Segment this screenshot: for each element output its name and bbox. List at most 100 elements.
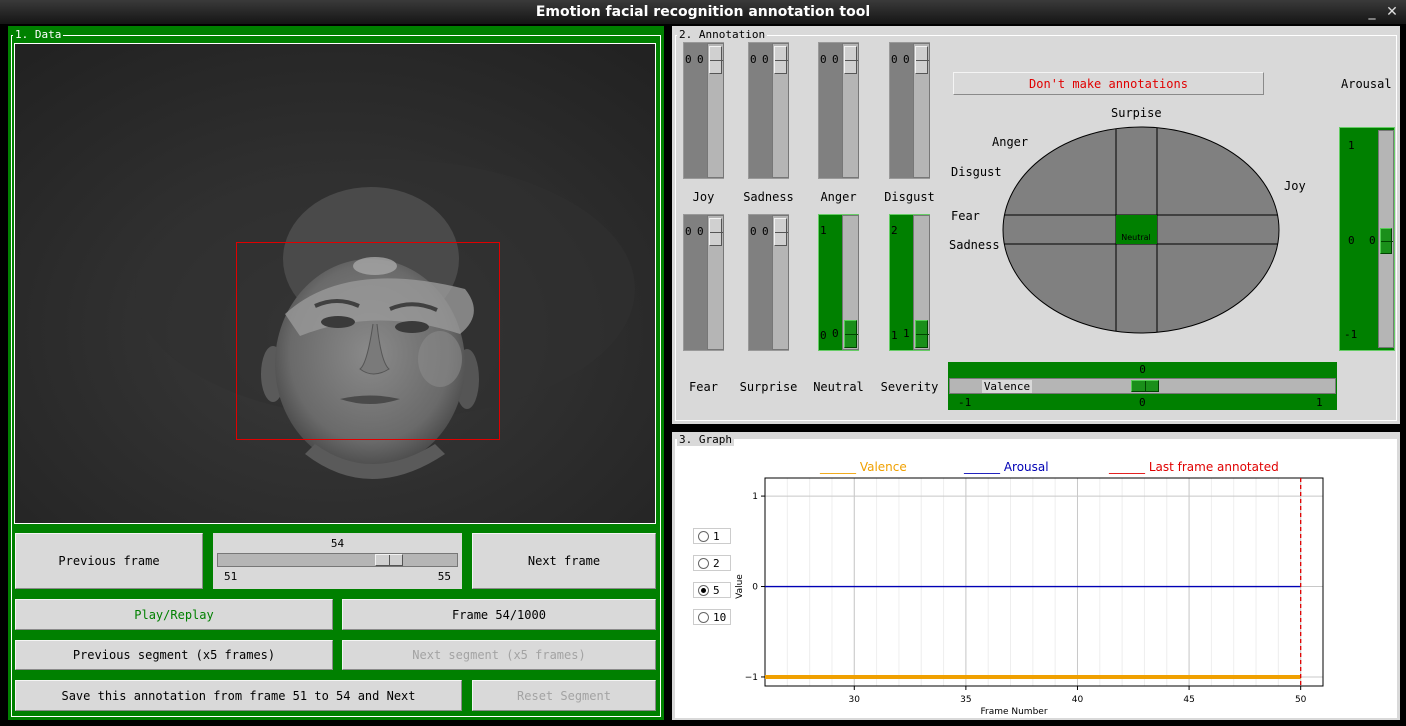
slider-thumb-value: 1 [903,327,910,340]
legend-entry-2: ______ Last frame annotated [1108,460,1279,474]
wheel-neutral-label: Neutral [1121,233,1151,242]
slider-thumb[interactable] [915,320,929,348]
valence-thumb[interactable] [1131,380,1159,392]
slider-trough[interactable] [842,215,859,350]
slider-thumb-value: 0 [832,327,839,340]
frame-slider-value: 54 [330,537,345,550]
close-icon[interactable]: ✕ [1384,4,1400,20]
zoom-radio-5[interactable]: 5 [693,582,731,598]
slider-top-value: 0 [750,225,757,238]
x-tick-label: 40 [1072,695,1084,705]
emotion-slider-surprise[interactable]: 0 0 [748,214,789,351]
radio-circle-icon[interactable] [698,558,709,569]
arousal-value-right: 0 [1369,234,1376,247]
slider-trough[interactable] [913,43,930,178]
slider-current-value: 0 [820,329,827,342]
slider-thumb-value: 0 [697,53,704,66]
slider-trough[interactable] [913,215,930,350]
reset-segment-button[interactable]: Reset Segment [472,680,656,711]
slider-trough[interactable] [707,215,724,350]
graph-panel-legend: 3. Graph [677,433,734,446]
slider-thumb[interactable] [844,46,858,74]
emotion-slider-severity[interactable]: 2 1 1 [889,214,930,351]
arousal-slider[interactable]: 1 0 0 -1 [1339,127,1395,351]
frame-slider-thumb[interactable] [375,554,404,566]
slider-thumb[interactable] [709,218,723,246]
valence-value: 0 [1139,363,1146,376]
slider-thumb-value: 0 [762,53,769,66]
wheel-label-sadness: Sadness [949,238,1000,252]
radio-circle-icon[interactable] [698,612,709,623]
zoom-radio-10[interactable]: 10 [693,609,731,625]
arousal-min: -1 [1344,328,1358,341]
frame-slider-min: 51 [224,570,238,583]
play-replay-button[interactable]: Play/Replay [15,599,333,630]
wheel-label-joy: Joy [1284,179,1306,193]
emotion-label-surprise: Surprise [739,380,798,394]
zoom-radio-1[interactable]: 1 [693,528,731,544]
x-tick-label: 35 [960,695,971,705]
slider-top-value: 2 [891,224,898,237]
emotion-slider-sadness[interactable]: 0 0 [748,42,789,179]
slider-current-value: 1 [891,329,898,342]
x-axis-label: Frame Number [980,707,1047,715]
next-frame-button[interactable]: Next frame [472,533,656,589]
emotion-label-anger: Anger [820,190,857,204]
zoom-radio-label: 5 [713,584,720,597]
emotion-slider-neutral[interactable]: 1 0 0 [818,214,859,351]
zoom-radio-label: 10 [713,611,727,624]
arousal-thumb[interactable] [1380,228,1393,254]
x-tick-label: 30 [849,695,861,705]
radio-circle-icon[interactable] [698,585,709,596]
emotion-slider-disgust[interactable]: 0 0 [889,42,930,179]
arousal-label: Arousal [1341,77,1392,91]
emotion-slider-joy[interactable]: 0 0 [683,42,724,179]
slider-thumb[interactable] [709,46,723,74]
legend-entry-1: ______ Arousal [963,460,1049,474]
next-segment-button[interactable]: Next segment (x5 frames) [342,640,656,670]
y-axis-label: Value [735,574,745,599]
x-tick-label: 45 [1183,695,1194,705]
save-annotation-button[interactable]: Save this annotation from frame 51 to 54… [15,680,462,711]
minimize-icon[interactable]: _ [1364,4,1380,20]
dont-annotate-button[interactable]: Don't make annotations [953,72,1264,95]
window-title: Emotion facial recognition annotation to… [535,4,871,20]
slider-thumb[interactable] [774,46,788,74]
slider-thumb[interactable] [774,218,788,246]
slider-thumb[interactable] [915,46,929,74]
emotion-label-disgust: Disgust [884,190,935,204]
emotion-label-sadness: Sadness [743,190,794,204]
slider-thumb[interactable] [844,320,858,348]
slider-trough[interactable] [842,43,859,178]
slider-trough[interactable] [772,215,789,350]
slider-top-value: 0 [750,53,757,66]
plot-frame [764,477,1324,687]
wheel-label-anger: Anger [992,135,1029,149]
zoom-radio-2[interactable]: 2 [693,555,731,571]
valence-max: 1 [1316,396,1323,409]
valence-slider[interactable]: 0 Valence -1 0 1 [948,362,1337,410]
previous-segment-button[interactable]: Previous segment (x5 frames) [15,640,333,670]
wheel-label-fear: Fear [951,209,980,223]
graph-chart: 30 35 40 45 50 −1 0 1 Frame Number Value ______ Va… [735,460,1324,715]
frame-slider-track[interactable] [217,553,458,567]
valence-mid: 0 [1139,396,1146,409]
previous-frame-button[interactable]: Previous frame [15,533,203,589]
x-tick-label: 50 [1295,695,1307,705]
emotion-slider-anger[interactable]: 0 0 [818,42,859,179]
slider-thumb-value: 0 [903,53,910,66]
arousal-trough[interactable] [1378,130,1394,348]
wheel-label-surprise: Surpise [1111,106,1162,120]
slider-trough[interactable] [707,43,724,178]
frame-slider-max: 55 [437,570,451,583]
emotion-label-neutral: Neutral [813,380,864,394]
slider-thumb-value: 0 [697,225,704,238]
valence-label: Valence [982,380,1032,393]
radio-circle-icon[interactable] [698,531,709,542]
valence-track[interactable]: Valence [949,378,1336,394]
slider-trough[interactable] [772,43,789,178]
zoom-radio-label: 1 [713,530,720,543]
emotion-slider-fear[interactable]: 0 0 [683,214,724,351]
emotion-wheel[interactable]: Neutral [1002,126,1280,334]
y-tick-label: −1 [745,673,758,683]
